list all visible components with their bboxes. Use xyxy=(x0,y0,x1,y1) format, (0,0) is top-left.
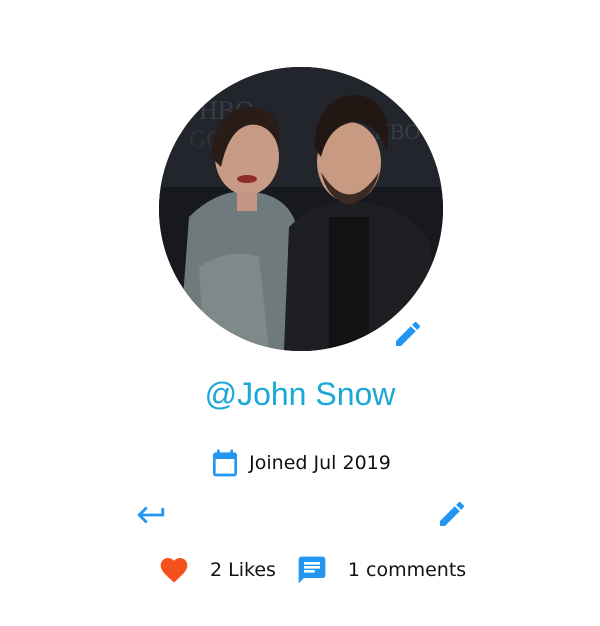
comment-icon[interactable] xyxy=(296,554,328,586)
edit-profile-pencil-icon[interactable] xyxy=(436,498,468,530)
likes-stat[interactable]: 2 Likes xyxy=(158,554,276,586)
joined-date-row: Joined Jul 2019 xyxy=(0,446,600,480)
stats-row: 2 Likes 1 comments xyxy=(158,554,466,586)
comments-count: 1 comments xyxy=(347,559,467,581)
edit-avatar-pencil-icon[interactable] xyxy=(392,318,424,350)
profile-card: HBO HBO GO @John Snow Joined Jul 2019 2 … xyxy=(0,0,600,626)
comments-stat[interactable]: 1 comments xyxy=(296,554,466,586)
likes-count: 2 Likes xyxy=(210,559,276,581)
calendar-icon xyxy=(213,449,238,477)
avatar: HBO HBO GO xyxy=(159,67,443,351)
profile-handle: @John Snow xyxy=(204,376,396,412)
heart-icon[interactable] xyxy=(158,554,190,586)
avatar-photo: HBO HBO GO xyxy=(159,67,443,351)
avatar-container: HBO HBO GO xyxy=(159,67,443,351)
joined-date-text: Joined Jul 2019 xyxy=(249,452,391,474)
return-arrow-icon[interactable] xyxy=(132,498,168,532)
